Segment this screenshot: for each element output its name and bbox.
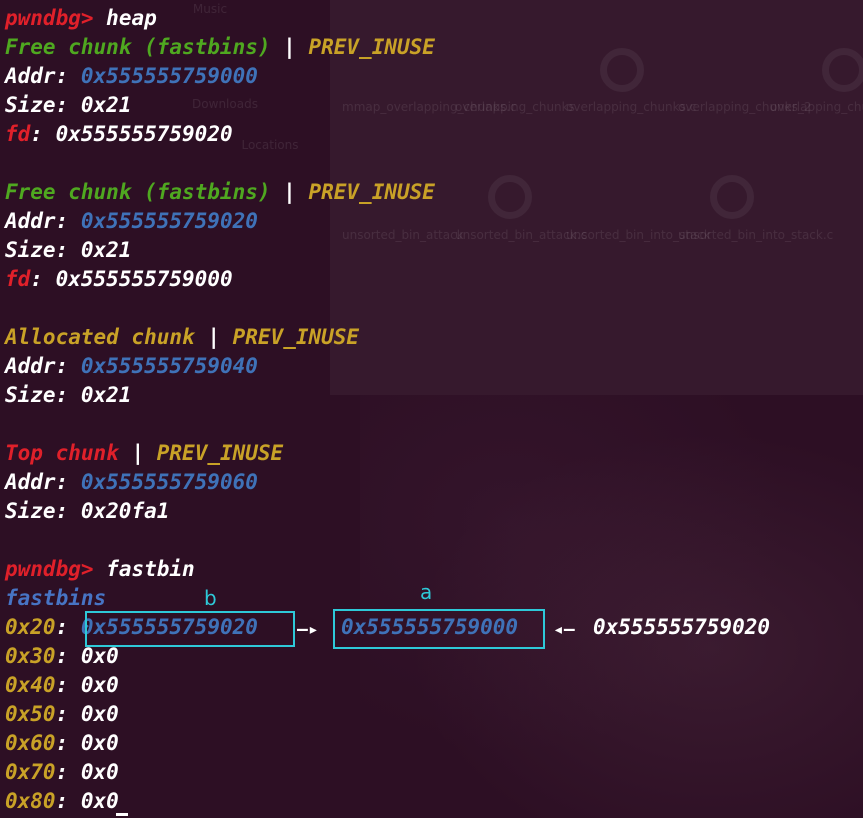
bin-sep: : — [55, 673, 69, 697]
size-label: Size: — [5, 383, 69, 407]
chunk-flag: PREV_INUSE — [308, 35, 435, 59]
size-label: Size: — [5, 238, 69, 262]
bin-tail-addr: 0x555555759020 — [593, 615, 771, 639]
size-label: Size: — [5, 499, 69, 523]
chunk-addr: Addr: 0x555555759020 — [5, 207, 258, 236]
bin-size: 0x60 — [5, 731, 56, 755]
fastbins-header: fastbins — [5, 584, 106, 613]
chunk-size: Size: 0x20fa1 — [5, 497, 169, 526]
command: fastbin — [106, 557, 195, 581]
bin-size: 0x50 — [5, 702, 56, 726]
prompt-line: pwndbg> heap — [5, 4, 157, 33]
bin-value: 0x0 — [80, 731, 119, 755]
chunk-fd: fd: 0x555555759000 — [5, 265, 233, 294]
size-label: Size: — [5, 93, 69, 117]
bin-size: 0x80 — [5, 789, 56, 813]
chunk-fd: fd: 0x555555759020 — [5, 120, 233, 149]
size-value: 0x21 — [80, 93, 132, 117]
chunk-type: Allocated chunk — [5, 325, 195, 349]
arrow-left-icon: ◂— — [553, 619, 575, 640]
chunk-addr: Addr: 0x555555759040 — [5, 352, 258, 381]
chunk-type: Top chunk — [5, 441, 119, 465]
chunk-size: Size: 0x21 — [5, 91, 131, 120]
chunk-header: Free chunk (fastbins) | PREV_INUSE — [5, 178, 435, 207]
chunk-type: Free chunk (fastbins) — [5, 35, 271, 59]
prompt: pwndbg> — [5, 6, 94, 30]
bin-value: 0x0 — [80, 760, 119, 784]
bin-value: 0x0 — [80, 702, 119, 726]
chunk-flag: PREV_INUSE — [156, 441, 284, 465]
fd-sep: : — [30, 267, 43, 291]
arrow-right-icon: —▸ — [297, 619, 319, 640]
bin-row: 0x70: 0x0 — [5, 758, 119, 787]
bin-sep: : — [55, 760, 69, 784]
chunk-flag: PREV_INUSE — [308, 180, 435, 204]
bin-sep: : — [55, 731, 69, 755]
addr-label: Addr: — [5, 209, 69, 233]
bin-value: 0x0 — [80, 673, 119, 697]
annotation-b: b — [204, 586, 217, 610]
bin-row: 0x60: 0x0 — [5, 729, 119, 758]
size-value: 0x20fa1 — [80, 499, 170, 523]
bin-sep: : — [55, 615, 69, 639]
chunk-flag: PREV_INUSE — [232, 325, 360, 349]
separator: | — [131, 441, 145, 465]
chunk-header: Top chunk | PREV_INUSE — [5, 439, 283, 468]
separator: | — [283, 35, 296, 59]
separator: | — [207, 325, 220, 349]
addr-value: 0x555555759020 — [80, 209, 258, 233]
bin-value: 0x0 — [80, 644, 119, 668]
fd-label: fd — [5, 122, 31, 146]
bin-size: 0x20 — [5, 615, 56, 639]
addr-value: 0x555555759040 — [80, 354, 258, 378]
chunk-addr: Addr: 0x555555759060 — [5, 468, 258, 497]
command: heap — [106, 6, 157, 30]
addr-label: Addr: — [5, 64, 69, 88]
prompt: pwndbg> — [5, 557, 94, 581]
fd-label: fd — [5, 267, 31, 291]
addr-value: 0x555555759000 — [80, 64, 258, 88]
bin-sep: : — [55, 702, 69, 726]
bin-sep: : — [55, 644, 69, 668]
text-cursor — [116, 813, 128, 816]
bin-row: 0x40: 0x0 — [5, 671, 119, 700]
fastbins-title: fastbins — [5, 586, 107, 610]
terminal-output[interactable]: pwndbg> heap Free chunk (fastbins) | PRE… — [0, 0, 863, 818]
size-value: 0x21 — [80, 238, 132, 262]
highlight-box-a — [333, 609, 545, 649]
chunk-header: Allocated chunk | PREV_INUSE — [5, 323, 359, 352]
fd-sep: : — [30, 122, 43, 146]
chunk-size: Size: 0x21 — [5, 236, 131, 265]
addr-label: Addr: — [5, 354, 69, 378]
addr-label: Addr: — [5, 470, 69, 494]
fd-value: 0x555555759020 — [55, 122, 233, 146]
bin-row: 0x50: 0x0 — [5, 700, 119, 729]
chunk-size: Size: 0x21 — [5, 381, 131, 410]
separator: | — [283, 180, 296, 204]
bin-size: 0x40 — [5, 673, 56, 697]
highlight-box-b — [85, 611, 295, 647]
addr-value: 0x555555759060 — [80, 470, 258, 494]
chunk-type: Free chunk (fastbins) — [5, 180, 271, 204]
bin-value: 0x0 — [80, 789, 119, 813]
bin-sep: : — [55, 789, 69, 813]
size-value: 0x21 — [80, 383, 132, 407]
chunk-header: Free chunk (fastbins) | PREV_INUSE — [5, 33, 435, 62]
bin-size: 0x30 — [5, 644, 56, 668]
prompt-line: pwndbg> fastbin — [5, 555, 195, 584]
bin-size: 0x70 — [5, 760, 56, 784]
bin-tail: 0x555555759020 — [593, 613, 770, 642]
bin-row: 0x80: 0x0 — [5, 787, 119, 816]
chunk-addr: Addr: 0x555555759000 — [5, 62, 258, 91]
fd-value: 0x555555759000 — [55, 267, 233, 291]
annotation-a: a — [420, 580, 433, 604]
